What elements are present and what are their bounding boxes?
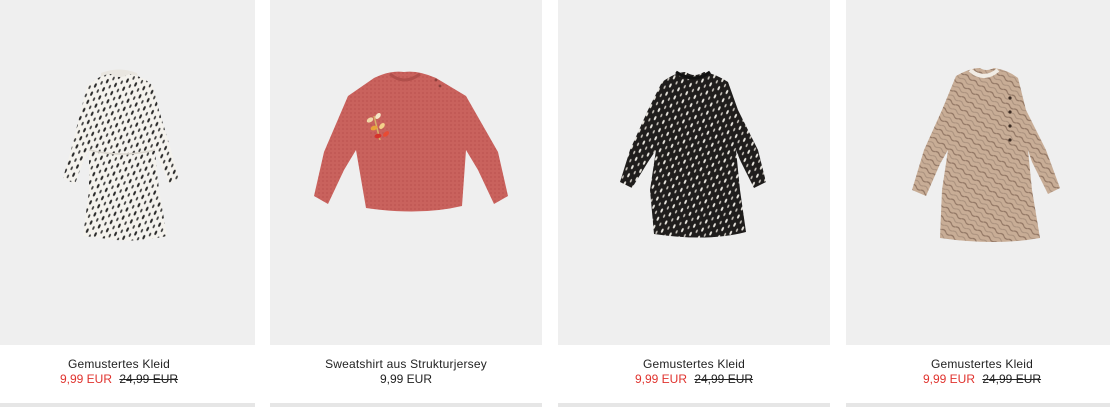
product-card[interactable]: Gemustertes Kleid 9,99 EUR 24,99 EUR	[558, 0, 830, 407]
sale-price: 9,99 EUR	[634, 372, 687, 386]
original-price: 24,99 EUR	[694, 372, 754, 386]
original-price: 24,99 EUR	[119, 372, 179, 386]
sale-price: 9,99 EUR	[922, 372, 975, 386]
product-name[interactable]: Gemustertes Kleid	[0, 357, 255, 372]
product-card[interactable]: Gemustertes Kleid 9,99 EUR 24,99 EUR	[0, 0, 255, 407]
product-card[interactable]: Sweatshirt aus Strukturjersey 9,99 EUR	[270, 0, 542, 407]
next-row-edge	[558, 403, 830, 407]
original-price: 24,99 EUR	[982, 372, 1042, 386]
beige-patterned-dress-image[interactable]	[846, 0, 1110, 345]
white-patterned-dress-image[interactable]	[0, 0, 255, 345]
product-name[interactable]: Sweatshirt aus Strukturjersey	[270, 357, 542, 372]
next-row-edge	[270, 403, 542, 407]
product-name[interactable]: Gemustertes Kleid	[846, 357, 1110, 372]
sale-price: 9,99 EUR	[59, 372, 112, 386]
price: 9,99 EUR	[379, 372, 433, 386]
product-card[interactable]: Gemustertes Kleid 9,99 EUR 24,99 EUR	[846, 0, 1110, 407]
black-patterned-dress-image[interactable]	[558, 0, 830, 345]
next-row-edge	[0, 403, 255, 407]
pink-sweatshirt-image[interactable]	[270, 0, 542, 345]
next-row-edge	[846, 403, 1110, 407]
product-name[interactable]: Gemustertes Kleid	[558, 357, 830, 372]
